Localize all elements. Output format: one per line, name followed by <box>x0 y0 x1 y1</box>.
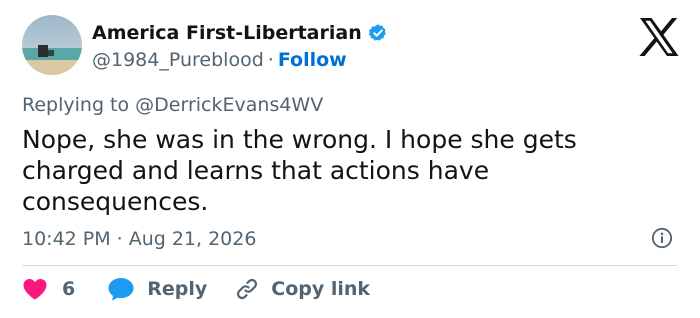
tweet-timestamp[interactable]: 10:42 PM · Aug 21, 2026 <box>22 226 256 252</box>
timestamp-separator: · <box>116 228 123 250</box>
divider <box>22 265 677 266</box>
copy-link-button[interactable]: Copy link <box>235 276 370 302</box>
avatar[interactable] <box>22 15 82 75</box>
replying-to-mention[interactable]: @DerrickEvans4WV <box>135 94 323 116</box>
author-handle[interactable]: @1984_Pureblood <box>92 49 264 71</box>
author-handle-row: @1984_Pureblood · Follow <box>92 47 347 73</box>
author-display-name[interactable]: America First-Libertarian <box>92 20 362 46</box>
x-logo-icon[interactable] <box>638 17 680 57</box>
reply-button[interactable]: Reply <box>107 276 235 302</box>
like-button[interactable]: 6 <box>22 276 107 302</box>
tweet-time[interactable]: 10:42 PM <box>22 228 111 250</box>
like-count: 6 <box>62 278 76 300</box>
author-name-row: America First-Libertarian <box>92 20 388 46</box>
tweet-text: Nope, she was in the wrong. I hope she g… <box>22 125 577 216</box>
action-bar: 6 Reply Copy link <box>22 276 370 302</box>
replying-to-label: Replying to <box>22 94 130 116</box>
follow-button[interactable]: Follow <box>278 49 347 71</box>
reply-label: Reply <box>147 278 208 300</box>
info-icon[interactable] <box>651 227 673 249</box>
link-icon <box>237 278 258 300</box>
tweet-date[interactable]: Aug 21, 2026 <box>129 228 257 250</box>
replying-to-line: Replying to @DerrickEvans4WV <box>22 92 323 118</box>
heart-icon <box>23 279 47 300</box>
speech-bubble-icon <box>108 278 134 301</box>
copy-link-label: Copy link <box>271 278 371 300</box>
verified-badge-icon <box>368 24 386 41</box>
handle-separator: · <box>267 49 274 71</box>
